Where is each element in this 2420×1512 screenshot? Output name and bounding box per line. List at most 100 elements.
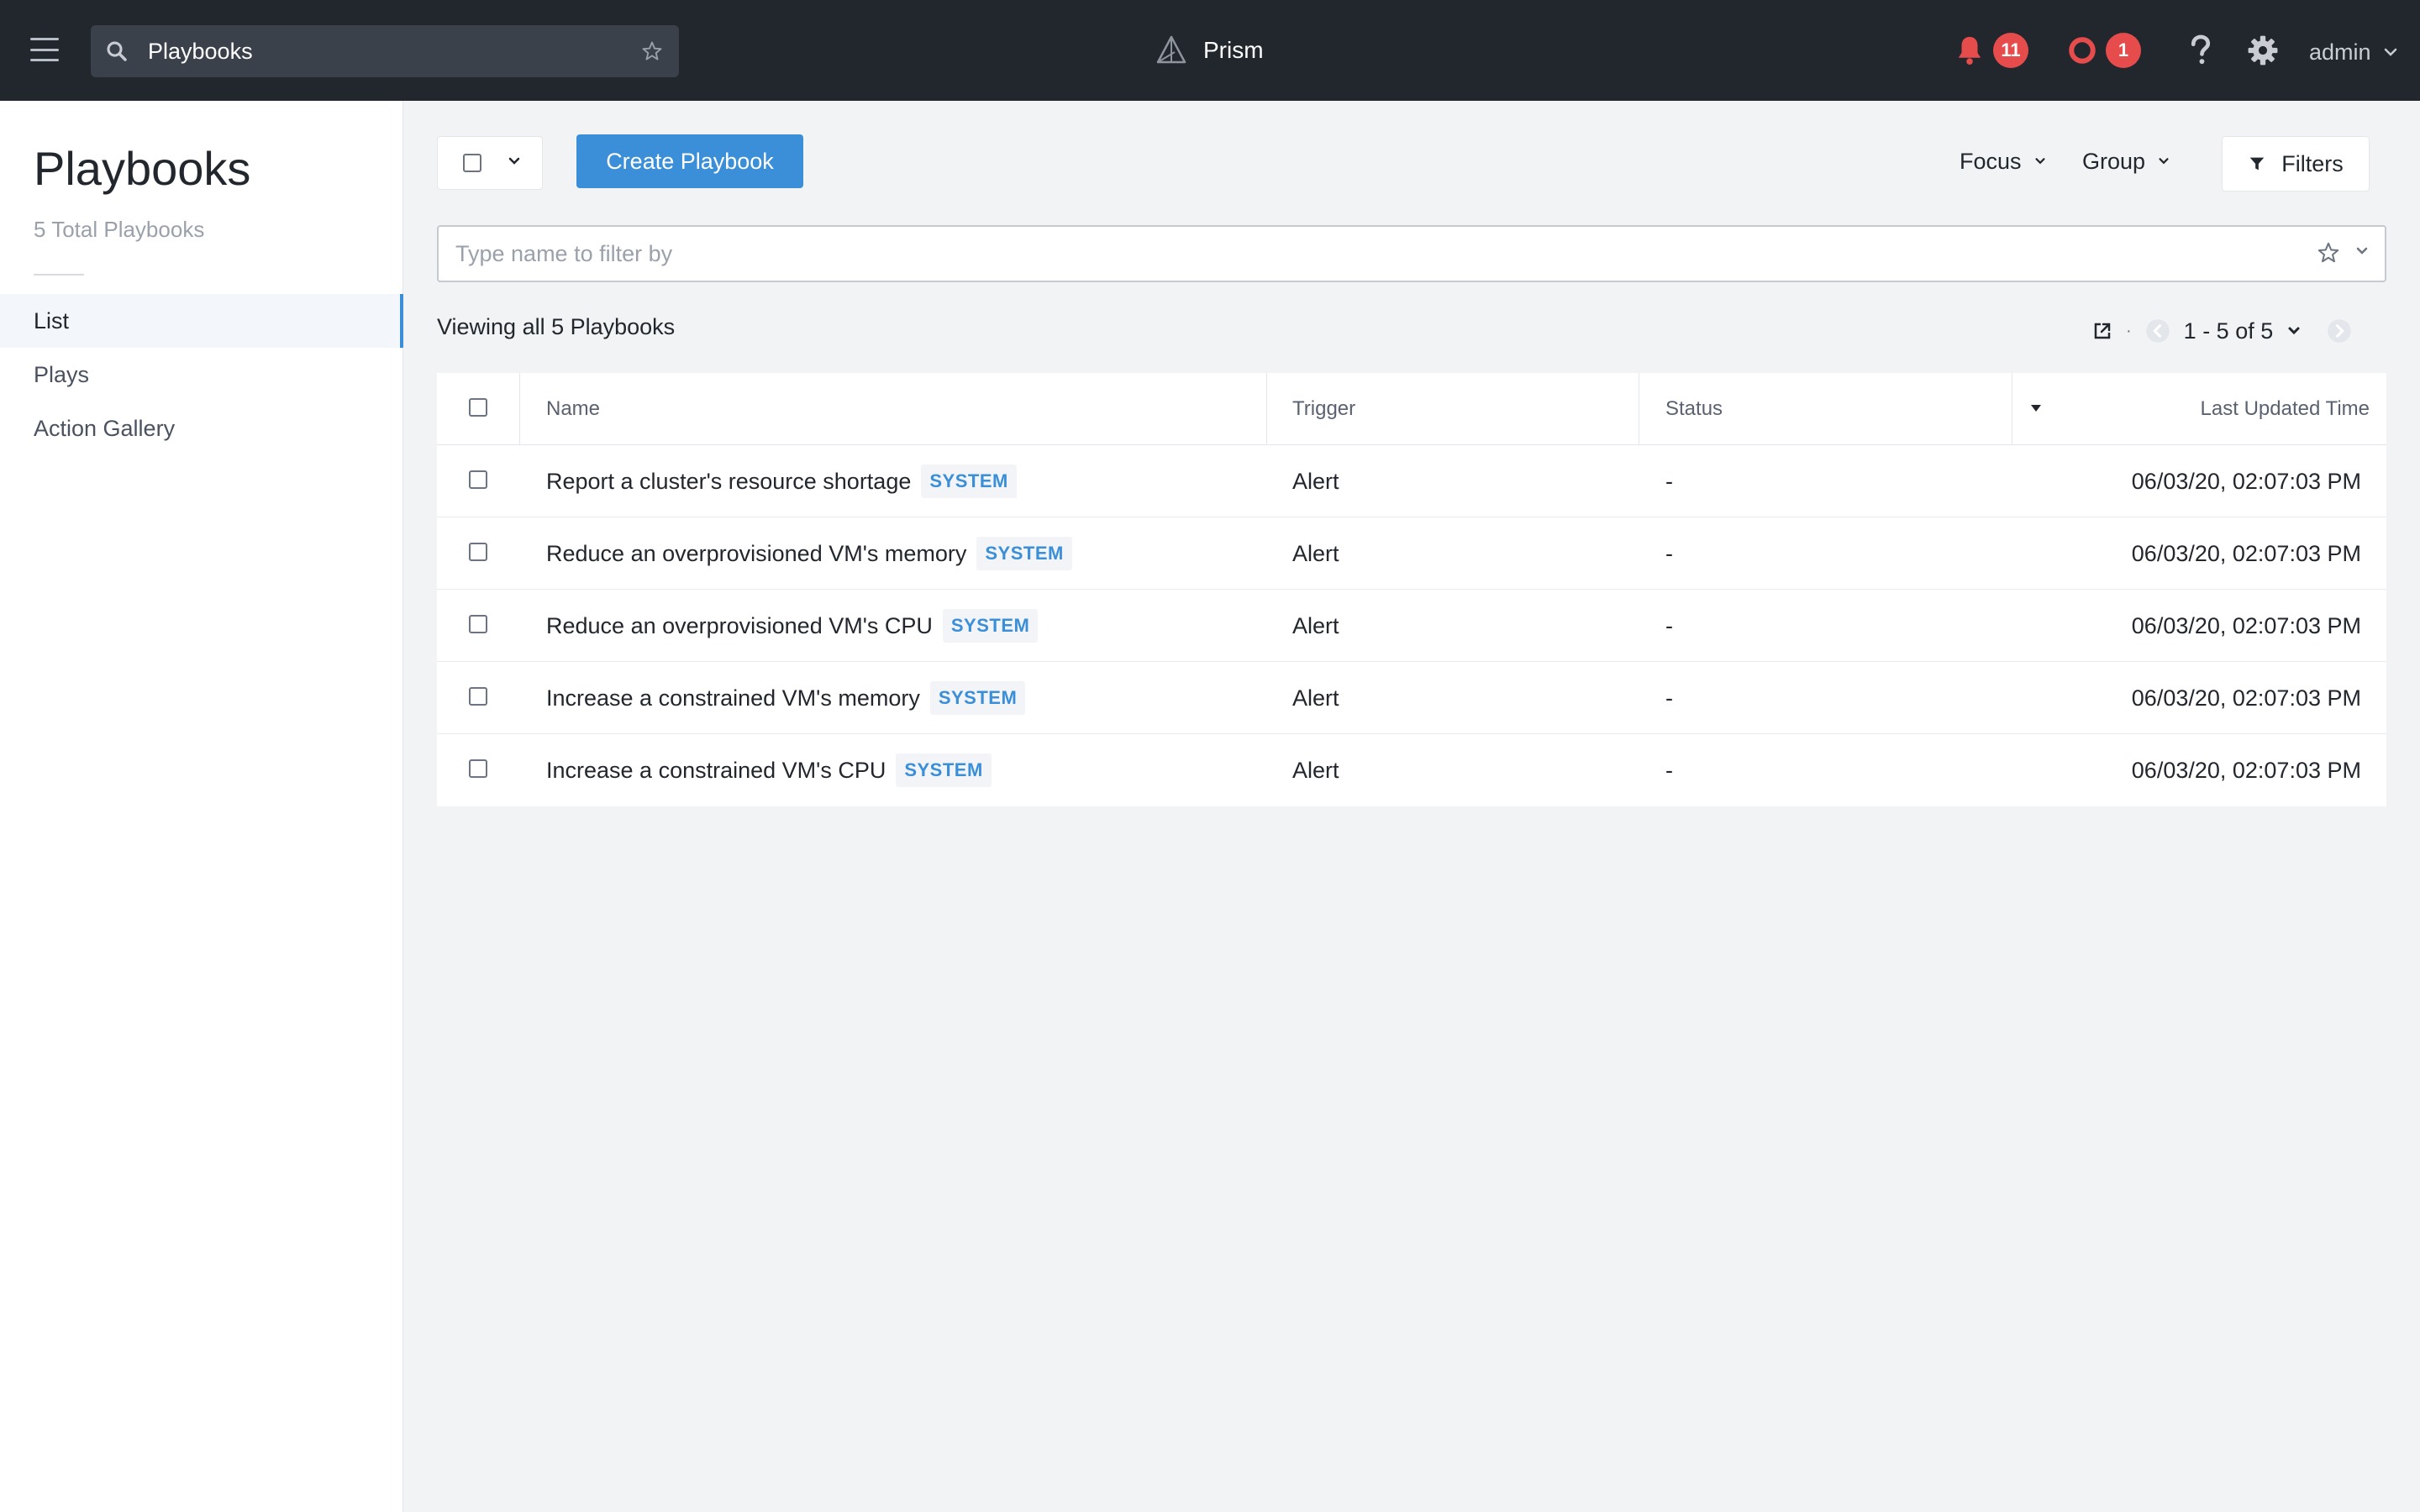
select-all-checkbox[interactable] — [463, 154, 481, 172]
chevron-down-icon — [2034, 158, 2045, 165]
sidebar-item-action-gallery[interactable]: Action Gallery — [0, 402, 403, 455]
status-cell: - — [1665, 541, 1673, 566]
chevron-down-icon — [508, 157, 520, 165]
table-row[interactable]: Increase a constrained VM's memory SYSTE… — [437, 662, 2386, 734]
group-dropdown[interactable]: Group — [2082, 144, 2170, 178]
status-cell: - — [1665, 685, 1673, 711]
column-header-status[interactable]: Status — [1665, 373, 1723, 445]
column-separator — [519, 373, 520, 445]
pagination: · 1 - 5 of 5 — [2092, 314, 2352, 348]
global-search-box[interactable]: Playbooks — [91, 25, 679, 77]
previous-page-icon[interactable] — [2145, 318, 2170, 344]
export-icon[interactable] — [2092, 321, 2112, 341]
sidebar-item-plays[interactable]: Plays — [0, 348, 403, 402]
playbooks-table: Name Trigger Status Last Updated Time Re… — [437, 373, 2386, 806]
chevron-down-icon[interactable] — [2286, 325, 2302, 337]
playbook-name-link[interactable]: Reduce an overprovisioned VM's CPU — [546, 590, 933, 662]
funnel-icon — [2250, 157, 2265, 171]
column-header-trigger[interactable]: Trigger — [1292, 373, 1355, 445]
table-header: Name Trigger Status Last Updated Time — [437, 373, 2386, 445]
system-tag: SYSTEM — [976, 537, 1072, 570]
help-button[interactable] — [2188, 30, 2213, 71]
status-cell: - — [1665, 758, 1673, 783]
events-count-badge: 1 — [2106, 33, 2141, 68]
sidebar: Playbooks 5 Total Playbooks List Plays A… — [0, 101, 403, 1512]
system-tag: SYSTEM — [929, 681, 1026, 715]
alerts-button[interactable]: 11 — [1954, 30, 2028, 71]
focus-dropdown[interactable]: Focus — [1960, 144, 2047, 178]
filters-button[interactable]: Filters — [2222, 136, 2370, 192]
system-tag: SYSTEM — [921, 465, 1017, 498]
name-cell: Increase a constrained VM's memory SYSTE… — [546, 662, 1026, 734]
page-title: Playbooks — [34, 142, 251, 195]
help-icon — [2191, 34, 2211, 65]
playbook-name-link[interactable]: Report a cluster's resource shortage — [546, 445, 911, 517]
row-checkbox[interactable] — [469, 543, 487, 561]
column-separator — [1266, 373, 1267, 445]
trigger-cell: Alert — [1292, 469, 1339, 494]
name-filter-input[interactable] — [455, 227, 2287, 281]
sidebar-item-list[interactable]: List — [0, 294, 403, 348]
brand-name: Prism — [1203, 37, 1264, 63]
row-checkbox[interactable] — [469, 759, 487, 778]
name-cell: Report a cluster's resource shortage SYS… — [546, 445, 1017, 517]
name-cell: Reduce an overprovisioned VM's memory SY… — [546, 517, 1072, 590]
top-navigation-bar: Playbooks Prism 11 1 admin — [0, 0, 2420, 101]
user-name: admin — [2309, 39, 2371, 65]
chevron-down-icon — [2384, 48, 2396, 56]
bulk-select-dropdown[interactable] — [437, 136, 543, 190]
total-count-label: 5 Total Playbooks — [34, 217, 205, 242]
system-tag: SYSTEM — [896, 753, 992, 787]
star-icon[interactable] — [2316, 240, 2341, 265]
playbook-name-link[interactable]: Increase a constrained VM's memory — [546, 662, 920, 734]
bell-icon — [1958, 36, 1981, 65]
divider — [34, 274, 84, 276]
header-select-all-checkbox[interactable] — [469, 398, 487, 417]
star-icon[interactable] — [640, 39, 664, 63]
menu-icon[interactable] — [30, 35, 59, 64]
filters-label: Filters — [2281, 150, 2344, 176]
chevron-down-icon — [2159, 158, 2169, 165]
settings-button[interactable] — [2247, 30, 2279, 71]
name-cell: Reduce an overprovisioned VM's CPU SYSTE… — [546, 590, 1039, 662]
user-menu[interactable]: admin — [2309, 34, 2398, 71]
create-playbook-button[interactable]: Create Playbook — [576, 134, 803, 188]
global-search-value[interactable]: Playbooks — [148, 25, 253, 77]
table-row[interactable]: Increase a constrained VM's CPU SYSTEM A… — [437, 734, 2386, 806]
gear-icon — [2248, 35, 2278, 66]
system-tag: SYSTEM — [942, 609, 1039, 643]
trigger-cell: Alert — [1292, 613, 1339, 638]
playbook-name-link[interactable]: Reduce an overprovisioned VM's memory — [546, 517, 966, 590]
group-label: Group — [2082, 148, 2146, 174]
updated-time-cell: 06/03/20, 02:07:03 PM — [2131, 541, 2361, 566]
row-checkbox[interactable] — [469, 687, 487, 706]
table-row[interactable]: Report a cluster's resource shortage SYS… — [437, 445, 2386, 517]
updated-time-cell: 06/03/20, 02:07:03 PM — [2131, 685, 2361, 711]
name-filter-field[interactable] — [437, 225, 2386, 282]
trigger-cell: Alert — [1292, 541, 1339, 566]
sort-descending-icon[interactable] — [2030, 403, 2042, 413]
viewing-summary: Viewing all 5 Playbooks — [437, 314, 676, 339]
next-page-icon[interactable] — [2327, 318, 2352, 344]
row-checkbox[interactable] — [469, 470, 487, 489]
event-ring-icon — [2069, 37, 2096, 64]
brand: Prism — [1155, 32, 1264, 69]
events-button[interactable]: 1 — [2067, 30, 2141, 71]
table-row[interactable]: Reduce an overprovisioned VM's CPU SYSTE… — [437, 590, 2386, 662]
status-cell: - — [1665, 613, 1673, 638]
focus-label: Focus — [1960, 148, 2022, 174]
column-header-name[interactable]: Name — [546, 373, 600, 445]
search-icon — [107, 41, 127, 61]
separator-dot: · — [2126, 321, 2132, 340]
page-range-label[interactable]: 1 - 5 of 5 — [2184, 318, 2274, 344]
table-row[interactable]: Reduce an overprovisioned VM's memory SY… — [437, 517, 2386, 590]
playbook-name-link[interactable]: Increase a constrained VM's CPU — [546, 734, 886, 806]
updated-time-cell: 06/03/20, 02:07:03 PM — [2131, 469, 2361, 494]
chevron-down-icon[interactable] — [2354, 245, 2370, 257]
updated-time-cell: 06/03/20, 02:07:03 PM — [2131, 613, 2361, 638]
row-checkbox[interactable] — [469, 615, 487, 633]
column-header-last-updated[interactable]: Last Updated Time — [2201, 373, 2370, 445]
trigger-cell: Alert — [1292, 685, 1339, 711]
name-cell: Increase a constrained VM's CPU SYSTEM — [546, 734, 992, 806]
trigger-cell: Alert — [1292, 758, 1339, 783]
